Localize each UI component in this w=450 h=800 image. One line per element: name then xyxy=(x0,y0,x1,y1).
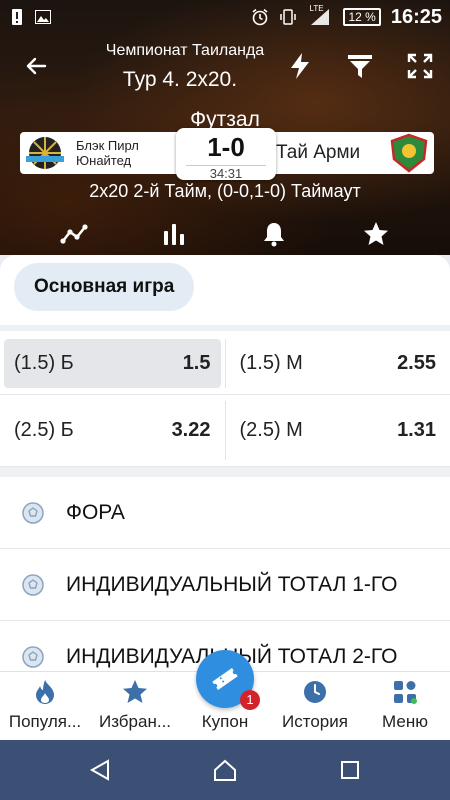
tab-favorite[interactable] xyxy=(360,218,392,250)
header-tabs xyxy=(0,214,450,254)
nav-coupon-label: Купон xyxy=(201,712,249,731)
fullscreen-button[interactable] xyxy=(402,48,438,84)
alert-icon xyxy=(8,8,26,26)
market-row: (2.5) Б 3.22 (2.5) М 1.31 xyxy=(0,395,450,467)
team-home-logo xyxy=(20,132,70,174)
odd-cell[interactable]: (2.5) Б 3.22 xyxy=(4,401,221,460)
team-away-logo xyxy=(384,132,434,174)
nav-menu-label: Меню xyxy=(382,712,428,731)
bottom-nav: Популя... Избран... Купон 1 История Меню xyxy=(0,650,450,741)
vibrate-icon xyxy=(279,8,297,26)
system-home-button[interactable] xyxy=(209,754,241,786)
odd-cell[interactable]: (1.5) М 2.55 xyxy=(230,339,447,388)
odd-value: 2.55 xyxy=(397,352,436,374)
match-header: LTE 12 % 16:25 Чемпионат Таиланда Тур 4.… xyxy=(0,0,450,255)
odd-value: 3.22 xyxy=(171,419,211,441)
clock: 16:25 xyxy=(390,5,442,28)
divider xyxy=(0,467,450,477)
score-value: 1-0 xyxy=(207,132,245,162)
team-away-name: Тай Арми xyxy=(276,142,361,163)
bell-icon xyxy=(264,223,284,247)
odd-label: (1.5) Б xyxy=(14,352,74,374)
tab-live-chart[interactable] xyxy=(58,218,90,250)
odd-value: 1.5 xyxy=(182,352,211,374)
line-chart-icon xyxy=(60,224,88,244)
scoreboard: Блэк Пирл Юнайтед Тай Арми 1-0 34:31 xyxy=(20,128,434,181)
nav-popular-label: Популя... xyxy=(8,712,82,731)
odd-label: (2.5) Б xyxy=(14,419,74,441)
team-home-name: Блэк Пирл Юнайтед xyxy=(76,138,139,168)
market-group-individual-total-1[interactable]: ИНДИВИДУАЛЬНЫЙ ТОТАЛ 1-ГО xyxy=(0,549,450,621)
championship-title: Чемпионат Таиланда xyxy=(105,42,265,59)
team-home: Блэк Пирл Юнайтед xyxy=(20,132,190,174)
futsal-ball-icon xyxy=(20,500,46,526)
tab-statistics[interactable] xyxy=(158,218,190,250)
period-info: 2х20 2-й Тайм, (0-0,1-0) Таймаут xyxy=(89,181,361,201)
back-button[interactable] xyxy=(18,48,54,84)
clock-icon xyxy=(301,678,329,706)
system-recents-button[interactable] xyxy=(334,754,366,786)
lightning-button[interactable] xyxy=(282,48,318,84)
nav-history-label: История xyxy=(282,712,348,731)
futsal-ball-icon xyxy=(20,644,46,670)
bar-chart-icon xyxy=(164,224,184,245)
divider xyxy=(224,339,226,388)
tab-main-game[interactable]: Основная игра xyxy=(14,263,195,311)
triangle-back-icon xyxy=(89,759,109,781)
arrow-left-icon xyxy=(26,57,47,75)
market-group-label: ИНДИВИДУАЛЬНЫЙ ТОТАЛ 1-ГО xyxy=(66,572,398,596)
top-nav: Чемпионат Таиланда Тур 4. 2х20. xyxy=(0,38,450,98)
market-group-handicap[interactable]: ФОРА xyxy=(0,477,450,549)
odd-value: 1.31 xyxy=(397,419,436,441)
nav-favorites[interactable]: Избран... xyxy=(90,672,180,741)
battery-indicator: 12 % xyxy=(343,8,381,26)
star-icon xyxy=(121,678,149,706)
alarm-icon xyxy=(251,8,269,26)
odd-cell[interactable]: (1.5) Б 1.5 xyxy=(4,339,221,388)
team-away: Тай Арми xyxy=(264,132,434,174)
home-icon xyxy=(214,759,236,781)
total-market: (1.5) Б 1.5 (1.5) М 2.55 (2.5) Б 3.22 (2… xyxy=(0,333,450,671)
ticket-icon xyxy=(212,668,238,690)
tab-notifications[interactable] xyxy=(258,218,290,250)
divider xyxy=(0,325,450,331)
image-icon xyxy=(34,8,52,26)
score-box: 1-0 34:31 xyxy=(176,128,276,181)
coupon-count-badge: 1 xyxy=(240,690,260,710)
expand-icon xyxy=(407,53,433,79)
square-recents-icon xyxy=(341,761,359,779)
odd-label: (1.5) М xyxy=(239,352,303,374)
system-back-button[interactable] xyxy=(84,754,116,786)
futsal-ball-icon xyxy=(20,572,46,598)
status-bar: LTE 12 % 16:25 xyxy=(0,0,450,34)
odd-label: (2.5) М xyxy=(239,419,303,441)
network-type: LTE xyxy=(309,4,324,13)
match-timer: 34:31 xyxy=(186,165,266,181)
flame-icon xyxy=(31,678,59,706)
nav-menu[interactable]: Меню xyxy=(360,672,450,741)
filter-button[interactable] xyxy=(342,48,378,84)
nav-favorites-label: Избран... xyxy=(98,712,172,731)
lightning-icon xyxy=(291,53,309,79)
grid-menu-icon xyxy=(391,678,419,706)
markets-panel: Основная игра (1.5) Б 1.5 (1.5) М 2.55 (… xyxy=(0,255,450,671)
market-group-label: ФОРА xyxy=(66,500,125,524)
divider xyxy=(224,401,226,460)
filter-icon xyxy=(348,55,372,78)
star-icon xyxy=(364,222,388,245)
market-row: (1.5) Б 1.5 (1.5) М 2.55 xyxy=(0,333,450,395)
round-title: Тур 4. 2х20. xyxy=(122,68,238,91)
nav-history[interactable]: История xyxy=(270,672,360,741)
nav-popular[interactable]: Популя... xyxy=(0,672,90,741)
signal-icon: LTE xyxy=(307,4,333,26)
system-nav-bar xyxy=(0,740,450,800)
odd-cell[interactable]: (2.5) М 1.31 xyxy=(230,401,447,460)
